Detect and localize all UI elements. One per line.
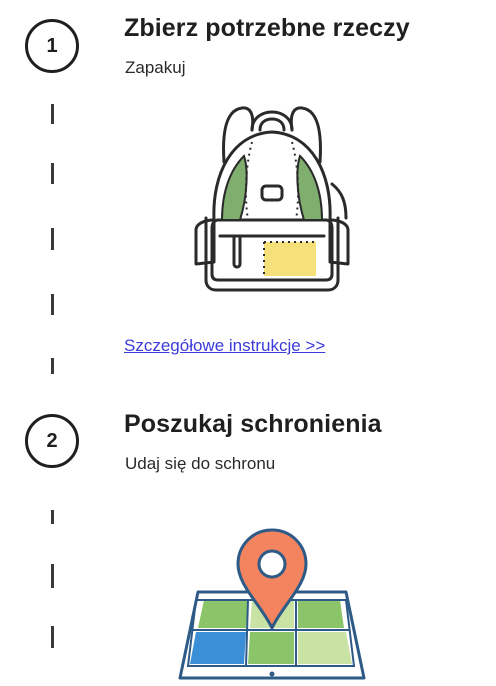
step-subtitle: Udaj się do schronu [125,454,276,473]
step-title: Poszukaj schronienia [124,410,382,438]
step-subtitle: Zapakuj [125,58,186,77]
detailed-instructions-link[interactable]: Szczegółowe instrukcje >> [124,336,325,356]
step-number-badge: 1 [25,19,79,73]
step-title: Zbierz potrzebne rzeczy [124,14,410,42]
step-number-badge: 2 [25,414,79,468]
backpack-icon [194,106,350,292]
map-pin-icon [178,528,366,680]
